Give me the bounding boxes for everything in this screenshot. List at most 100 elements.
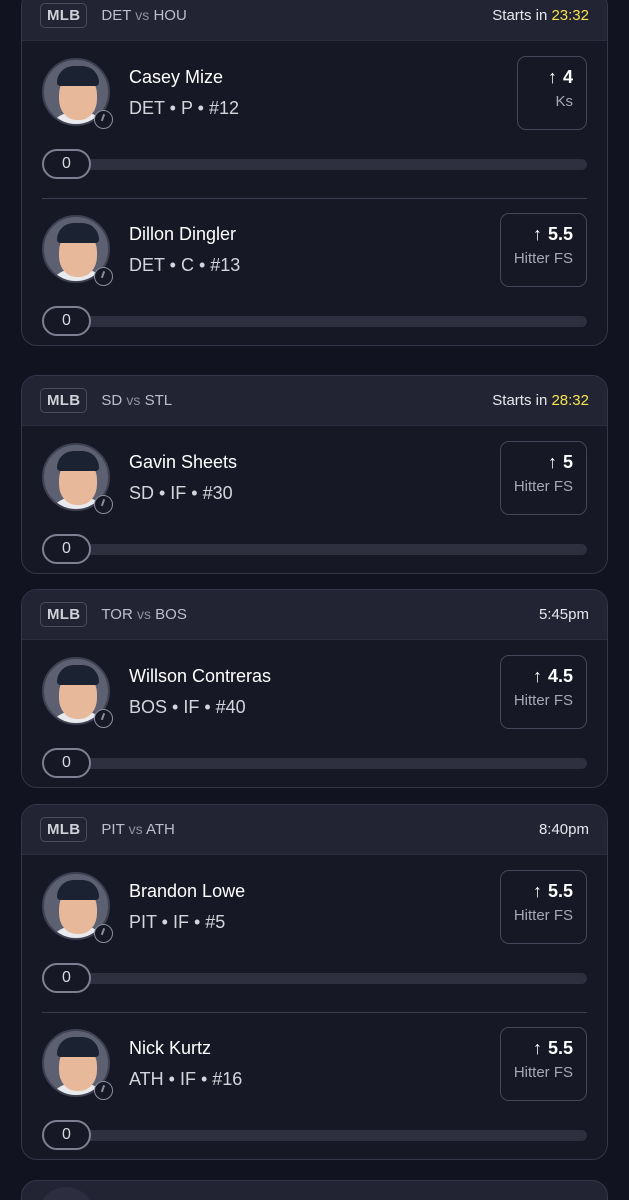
prop-stat-label: Ks [555, 93, 573, 110]
vs-label: vs [136, 606, 151, 622]
progress-track [42, 1130, 587, 1141]
prop-line: ↑ 4 [531, 67, 573, 88]
prop-line-button[interactable]: ↑ 4 Ks [517, 56, 587, 130]
start-time: Starts in 23:32 [492, 7, 589, 24]
progress-track [42, 758, 587, 769]
prop-line-value: 5 [562, 452, 573, 472]
player-name[interactable]: Dillon Dingler [129, 224, 236, 245]
prop-line-value: 5.5 [547, 881, 573, 901]
progress-bar: 0 [42, 963, 587, 993]
player-row[interactable]: Dillon Dingler DET • C • #13 ↑ 5.5 Hitter FS… [22, 198, 607, 345]
prop-line-button[interactable]: ↑ 5.5 Hitter FS [499, 870, 587, 944]
player-meta: DET • P • #12 [129, 98, 239, 118]
avatar-cap [57, 1037, 99, 1057]
prop-line: ↑ 5 [514, 452, 573, 473]
player-name[interactable]: Casey Mize [129, 67, 223, 88]
player-meta: ATH • IF • #16 [129, 1069, 243, 1089]
clock-icon [94, 110, 113, 129]
progress-bar: 0 [42, 149, 587, 179]
league-badge: MLB [40, 3, 88, 28]
team-home: ATH [145, 821, 175, 838]
prop-line-button[interactable]: ↑ 5.5 Hitter FS [499, 213, 587, 287]
vs-label: vs [126, 392, 141, 408]
player-row[interactable]: Casey Mize DET • P • #12 ↑ 4 Ks 0 [22, 41, 607, 198]
progress-track [42, 973, 587, 984]
prop-line-value: 4.5 [547, 666, 573, 686]
prop-line-button[interactable]: ↑ 4.5 Hitter FS [499, 655, 587, 729]
clock-icon [94, 924, 113, 943]
player-name[interactable]: Willson Contreras [129, 666, 271, 687]
matchup: DET vs HOU [101, 7, 186, 24]
arrow-up-icon: ↑ [532, 1038, 542, 1058]
game-card: MLB DET vs HOU Starts in 23:32 Casey Mize DE… [21, 0, 608, 346]
game-header[interactable]: MLB TOR vs BOS 5:45pm [22, 590, 607, 640]
progress-track [42, 159, 587, 170]
progress-value: 0 [42, 748, 91, 778]
vs-label: vs [135, 7, 150, 23]
game-header[interactable]: MLB DET vs HOU Starts in 23:32 [22, 0, 607, 41]
player-row[interactable]: Nick Kurtz ATH • IF • #16 ↑ 5.5 Hitter FS 0 [22, 1012, 607, 1159]
prop-stat-label: Hitter FS [513, 907, 573, 924]
start-time: Starts in 28:32 [492, 392, 589, 409]
prop-line-button[interactable]: ↑ 5 Hitter FS [499, 441, 587, 515]
progress-track [42, 316, 587, 327]
prop-line: ↑ 5.5 [514, 881, 573, 902]
arrow-up-icon: ↑ [532, 881, 542, 901]
team-home: STL [144, 392, 173, 409]
clock-icon [94, 495, 113, 514]
prop-stat-label: Hitter FS [513, 250, 573, 267]
start-time: 5:45pm [539, 606, 589, 623]
start-countdown: 23:32 [551, 7, 589, 24]
avatar-cap [57, 223, 99, 243]
prop-line-value: 5.5 [547, 224, 573, 244]
avatar-cap [57, 665, 99, 685]
player-row[interactable]: Gavin Sheets SD • IF • #30 ↑ 5 Hitter FS 0 [22, 426, 607, 573]
avatar-cap [57, 880, 99, 900]
arrow-up-icon: ↑ [532, 666, 542, 686]
prop-stat-label: Hitter FS [513, 1064, 573, 1081]
matchup: PIT vs ATH [101, 821, 174, 838]
prop-line: ↑ 5.5 [514, 1038, 573, 1059]
team-away: DET [101, 7, 132, 24]
prop-line-value: 5.5 [547, 1038, 573, 1058]
progress-value: 0 [42, 963, 91, 993]
progress-bar: 0 [42, 1120, 587, 1150]
game-header[interactable]: MLB SD vs STL Starts in 28:32 [22, 376, 607, 426]
player-meta: BOS • IF • #40 [129, 697, 246, 717]
player-row[interactable]: Willson Contreras BOS • IF • #40 ↑ 4.5 Hitte… [22, 640, 607, 787]
next-card-avatar [38, 1187, 94, 1200]
progress-value: 0 [42, 149, 91, 179]
start-countdown: 8:40pm [538, 821, 589, 838]
avatar-cap [57, 451, 99, 471]
arrow-up-icon: ↑ [547, 67, 557, 87]
player-row[interactable]: Brandon Lowe PIT • IF • #5 ↑ 5.5 Hitter FS 0 [22, 855, 607, 1012]
team-away: PIT [101, 821, 125, 838]
game-header[interactable]: MLB PIT vs ATH 8:40pm [22, 805, 607, 855]
progress-bar: 0 [42, 748, 587, 778]
prop-line: ↑ 4.5 [514, 666, 573, 687]
player-name[interactable]: Nick Kurtz [129, 1038, 211, 1059]
player-name[interactable]: Gavin Sheets [129, 452, 237, 473]
progress-bar: 0 [42, 306, 587, 336]
start-prefix: Starts in [492, 392, 552, 409]
league-badge: MLB [40, 388, 88, 413]
game-card: MLB TOR vs BOS 5:45pm Willson Contreras BOS … [21, 589, 608, 788]
start-prefix: Starts in [492, 7, 552, 24]
prop-line: ↑ 5.5 [514, 224, 573, 245]
matchup: SD vs STL [101, 392, 172, 409]
team-home: HOU [153, 7, 187, 24]
start-countdown: 28:32 [551, 392, 589, 409]
arrow-up-icon: ↑ [547, 452, 557, 472]
team-home: BOS [155, 606, 187, 623]
arrow-up-icon: ↑ [532, 224, 542, 244]
vs-label: vs [128, 821, 143, 837]
prop-stat-label: Hitter FS [513, 478, 573, 495]
player-name[interactable]: Brandon Lowe [129, 881, 245, 902]
progress-bar: 0 [42, 534, 587, 564]
prop-line-button[interactable]: ↑ 5.5 Hitter FS [499, 1027, 587, 1101]
prop-line-value: 4 [562, 67, 573, 87]
progress-value: 0 [42, 534, 91, 564]
player-meta: PIT • IF • #5 [129, 912, 226, 932]
entries-feed: MLB DET vs HOU Starts in 23:32 Casey Mize DE… [0, 0, 629, 1200]
start-time: 8:40pm [539, 821, 589, 838]
